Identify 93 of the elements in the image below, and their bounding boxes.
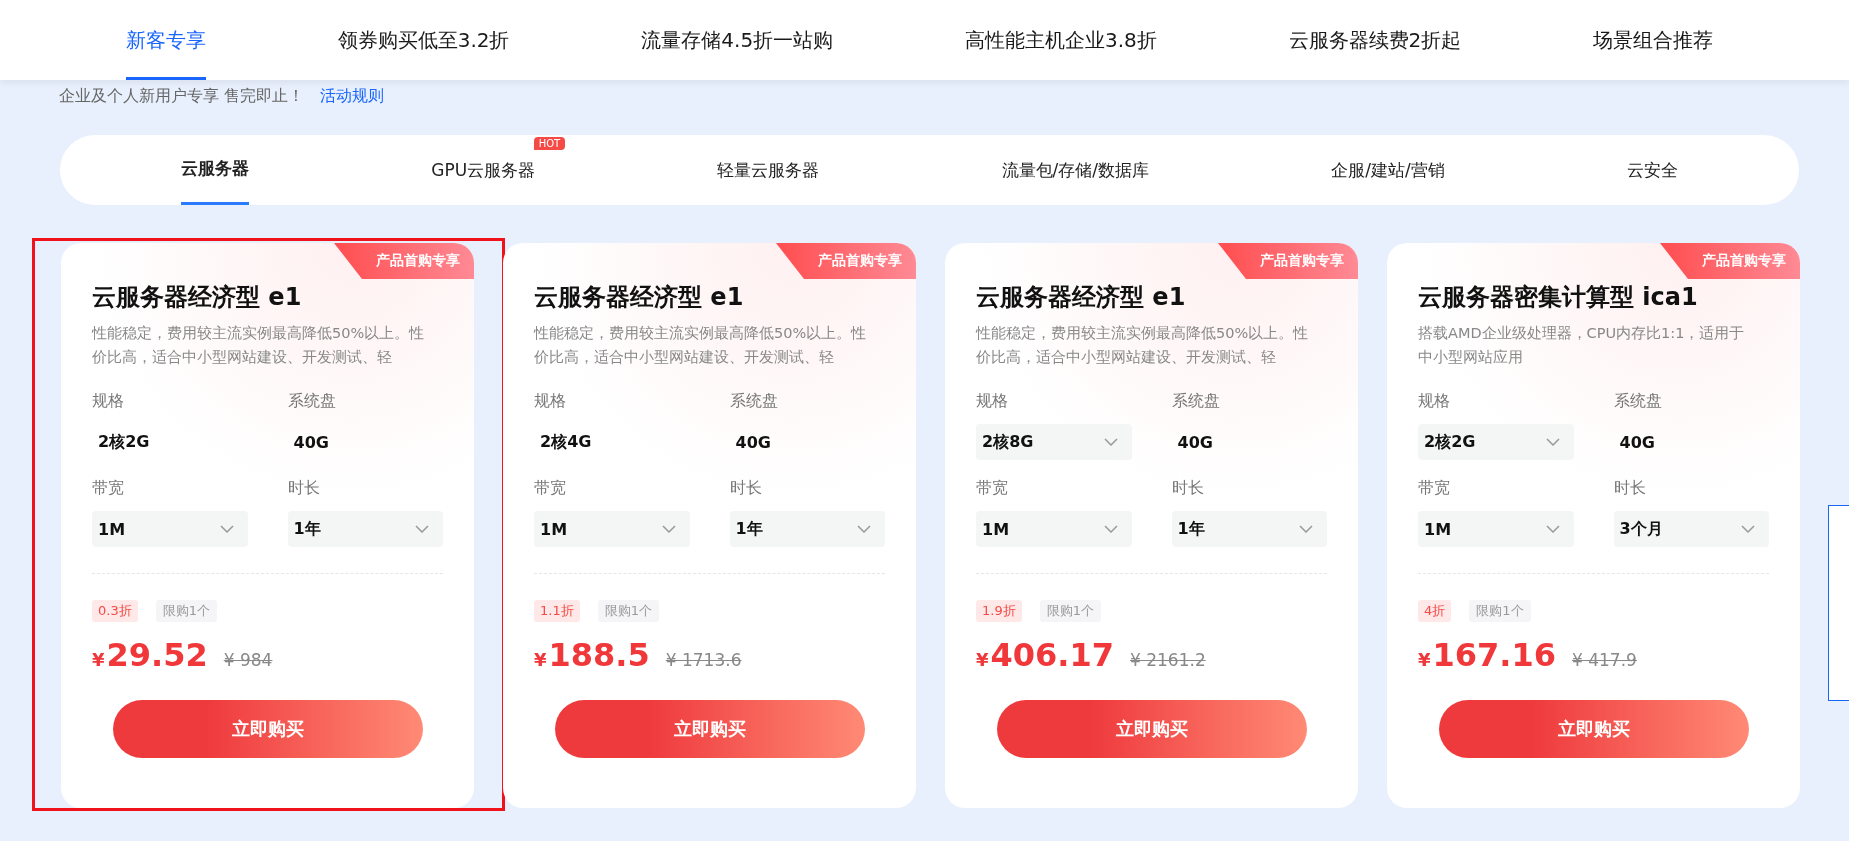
field-label: 规格 xyxy=(976,391,1009,412)
price: 406.17 xyxy=(990,636,1114,674)
card-description: 性能稳定，费用较主流实例最高降低50%以上。性价比高，适合中小型网站建设、开发测试、轻 xyxy=(976,324,1310,367)
field-label: 规格 xyxy=(92,391,125,412)
limit-tag: 限购1个 xyxy=(155,600,217,622)
select-field[interactable]: 1年 xyxy=(729,511,885,547)
original-price: ¥ 1713.6 xyxy=(665,650,742,670)
field-label: 带宽 xyxy=(534,478,567,499)
limit-tag: 限购1个 xyxy=(1469,600,1531,622)
field-value: 2核2G xyxy=(97,430,150,453)
chevron-down-icon xyxy=(1545,525,1560,533)
limit-tag: 限购1个 xyxy=(1039,600,1101,622)
field-label: 时长 xyxy=(287,478,321,499)
field-label: 带宽 xyxy=(1418,478,1451,499)
chevron-down-icon xyxy=(415,525,429,533)
card-description: 性能稳定，费用较主流实例最高降低50%以上。性价比高，适合中小型网站建设、开发测试、轻 xyxy=(534,324,868,367)
field-label: 带宽 xyxy=(976,478,1009,499)
select-field[interactable]: 2核2G xyxy=(1418,424,1574,460)
field-value: 40G xyxy=(734,431,771,454)
select-field[interactable]: 2核8G xyxy=(976,424,1132,460)
field-label: 系统盘 xyxy=(287,391,337,412)
ribbon-badge: 产品首购专享 xyxy=(776,243,916,279)
select-field[interactable]: 1M xyxy=(976,511,1132,547)
field-label: 系统盘 xyxy=(1613,391,1663,412)
currency-symbol: ¥ xyxy=(976,649,989,670)
nav-tab[interactable]: 云服务器续费2折起 xyxy=(1288,0,1462,80)
card-description: 性能稳定，费用较主流实例最高降低50%以上。性价比高，适合中小型网站建设、开发测试、轻 xyxy=(92,324,426,367)
currency-symbol: ¥ xyxy=(1418,649,1431,670)
field-value: 40G xyxy=(1618,431,1655,454)
field-label: 带宽 xyxy=(92,478,125,499)
discount-tag: 1.1折 xyxy=(534,600,580,622)
select-field[interactable]: 1M xyxy=(534,511,690,547)
field-value: 40G xyxy=(292,431,329,454)
field-value: 40G xyxy=(1176,431,1213,454)
select-field[interactable]: 1M xyxy=(1418,511,1574,547)
category-tab[interactable]: GPU云服务器 xyxy=(431,135,536,205)
ribbon-badge: 产品首购专享 xyxy=(334,243,474,279)
chevron-down-icon xyxy=(219,525,234,533)
discount-tag: 0.3折 xyxy=(92,600,138,622)
field-label: 系统盘 xyxy=(729,391,779,412)
chevron-down-icon xyxy=(661,525,676,533)
nav-tab[interactable]: 场景组合推荐 xyxy=(1593,0,1714,80)
nav-tab[interactable]: 流量存储4.5折一站购 xyxy=(641,0,834,80)
field-label: 规格 xyxy=(1418,391,1451,412)
category-tab[interactable]: 轻量云服务器 xyxy=(717,135,820,205)
price: 29.52 xyxy=(106,636,208,674)
field-label: 规格 xyxy=(534,391,567,412)
category-tab[interactable]: 云安全 xyxy=(1626,135,1678,205)
buy-button[interactable]: 立即购买 xyxy=(1438,700,1749,758)
original-price: ¥ 417.9 xyxy=(1572,650,1637,670)
ribbon-badge: 产品首购专享 xyxy=(1660,243,1800,279)
category-tab[interactable]: 流量包/存储/数据库 xyxy=(1001,135,1149,205)
card-description: 搭载AMD企业级处理器，CPU内存比1:1，适用于中小型网站应用 xyxy=(1418,324,1746,367)
price: 167.16 xyxy=(1432,636,1556,674)
field-label: 时长 xyxy=(1613,478,1647,499)
nav-tab[interactable]: 高性能主机企业3.8折 xyxy=(964,0,1157,80)
category-tab[interactable]: 企服/建站/营销 xyxy=(1331,135,1445,205)
select-field[interactable]: 1年 xyxy=(287,511,443,547)
hot-badge: HOT xyxy=(533,137,566,150)
original-price: ¥ 984 xyxy=(223,650,273,670)
buy-button[interactable]: 立即购买 xyxy=(996,700,1307,758)
chevron-down-icon xyxy=(1103,525,1118,533)
field-value: 2核4G xyxy=(539,430,592,453)
card-title: 云服务器经济型 e1 xyxy=(92,282,302,313)
field-label: 时长 xyxy=(1171,478,1205,499)
price: 188.5 xyxy=(548,636,650,674)
original-price: ¥ 2161.2 xyxy=(1130,650,1206,670)
field-label: 系统盘 xyxy=(1171,391,1221,412)
limit-tag: 限购1个 xyxy=(597,600,659,622)
chevron-down-icon xyxy=(1103,438,1118,446)
select-field[interactable]: 1M xyxy=(92,511,248,547)
subtitle-text: 企业及个人新用户专享 售完即止！ xyxy=(59,86,305,107)
nav-tab[interactable]: 新客专享 xyxy=(125,0,206,80)
discount-tag: 4折 xyxy=(1418,600,1452,622)
chevron-down-icon xyxy=(1299,525,1313,533)
select-field[interactable]: 1年 xyxy=(1171,511,1327,547)
discount-tag: 1.9折 xyxy=(976,600,1022,622)
card-title: 云服务器经济型 e1 xyxy=(534,282,744,313)
chevron-down-icon xyxy=(857,525,871,533)
field-label: 时长 xyxy=(729,478,763,499)
currency-symbol: ¥ xyxy=(92,649,105,670)
rules-link[interactable]: 活动规则 xyxy=(320,86,385,107)
nav-tab[interactable]: 领券购买低至3.2折 xyxy=(337,0,510,80)
chevron-down-icon xyxy=(1741,525,1755,533)
card-title: 云服务器经济型 e1 xyxy=(976,282,1186,313)
buy-button[interactable]: 立即购买 xyxy=(554,700,865,758)
select-field[interactable]: 3个月 xyxy=(1613,511,1769,547)
ribbon-badge: 产品首购专享 xyxy=(1218,243,1358,279)
card-title: 云服务器密集计算型 ica1 xyxy=(1418,282,1698,313)
chevron-down-icon xyxy=(1545,438,1560,446)
buy-button[interactable]: 立即购买 xyxy=(112,700,423,758)
category-tab[interactable]: 云服务器 xyxy=(181,135,250,205)
currency-symbol: ¥ xyxy=(534,649,547,670)
